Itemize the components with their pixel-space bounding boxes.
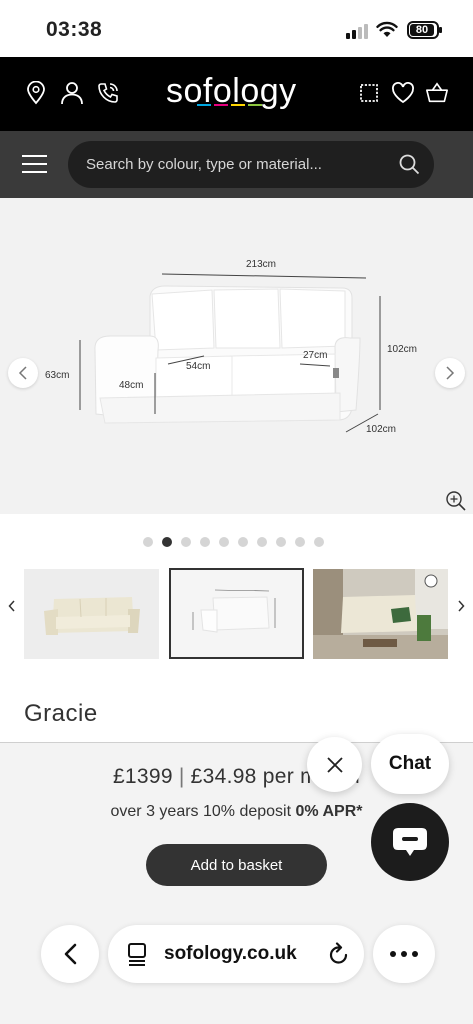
page-menu-icon[interactable] (126, 942, 148, 966)
carousel-dot-active[interactable] (162, 537, 172, 547)
chevron-left-icon (18, 366, 27, 380)
signal-icon (346, 24, 368, 39)
thumbs-prev-button[interactable] (3, 597, 21, 615)
dot-icon (412, 951, 418, 957)
close-icon (326, 756, 343, 773)
seat-height-label: 48cm (119, 380, 144, 391)
width-label: 213cm (246, 259, 277, 270)
seat-depth-label: 54cm (186, 361, 211, 372)
add-to-basket-button[interactable]: Add to basket (146, 844, 327, 886)
wifi-icon (376, 21, 398, 37)
carousel-dot[interactable] (143, 537, 153, 547)
battery-icon: 80 (407, 21, 442, 39)
carousel-dot[interactable] (200, 537, 210, 547)
chevron-right-icon (458, 600, 465, 612)
carousel-dot[interactable] (257, 537, 267, 547)
thumbnail-sofa-front[interactable] (24, 569, 159, 659)
arm-height-label: 63cm (45, 370, 70, 381)
thumbnail-strip (0, 567, 473, 661)
logo-colour-bar (197, 104, 262, 106)
sofa-thumbnail-image (44, 597, 140, 635)
address-bar[interactable]: sofology.co.uk (108, 925, 364, 983)
menu-icon[interactable] (22, 155, 47, 173)
finance-apr: 0% APR* (295, 803, 363, 820)
chat-launcher-button[interactable] (371, 803, 449, 881)
product-page: 03:38 80 sofology Search by colour, type… (0, 0, 473, 1024)
search-input[interactable] (86, 141, 386, 188)
chevron-right-icon (446, 366, 455, 380)
dot-icon (390, 951, 396, 957)
carousel-dot[interactable] (276, 537, 286, 547)
thumbnail-sofa-room[interactable] (313, 569, 448, 659)
thumbnail-sofa-dimensions[interactable] (169, 568, 304, 659)
location-pin-icon[interactable] (24, 79, 48, 107)
browser-back-button[interactable] (41, 925, 99, 983)
close-chat-button[interactable] (307, 737, 362, 792)
product-image-carousel[interactable]: 213cm 102cm 102cm 63cm 48cm 54cm 27cm (0, 198, 473, 514)
product-name: Gracie (24, 700, 98, 727)
room-thumbnail-image (313, 569, 448, 659)
chat-bubble-icon (393, 828, 427, 856)
carousel-dot[interactable] (238, 537, 248, 547)
dimensions-thumbnail-image (192, 589, 276, 633)
arm-width-label: 27cm (303, 350, 328, 361)
carousel-dot[interactable] (219, 537, 229, 547)
chevron-left-icon (8, 600, 15, 612)
carousel-next-button[interactable] (435, 358, 465, 388)
account-icon[interactable] (60, 79, 84, 107)
battery-level: 80 (410, 24, 434, 36)
sofa-dimensions-image (79, 273, 381, 433)
browser-toolbar: sofology.co.uk (0, 904, 473, 1024)
carousel-dot[interactable] (314, 537, 324, 547)
more-options-button[interactable] (373, 925, 435, 983)
chat-label[interactable]: Chat (371, 734, 449, 794)
heart-icon[interactable] (391, 79, 415, 107)
status-bar: 03:38 80 (0, 0, 473, 57)
reload-icon[interactable] (328, 942, 350, 966)
chevron-left-icon (64, 943, 77, 965)
search-icon[interactable] (399, 154, 420, 175)
url-text: sofology.co.uk (164, 943, 297, 964)
carousel-prev-button[interactable] (8, 358, 38, 388)
phone-icon[interactable] (96, 79, 120, 107)
carousel-dot[interactable] (181, 537, 191, 547)
zoom-icon[interactable] (445, 490, 467, 512)
finance-text: over 3 years 10% deposit (110, 803, 292, 820)
search-bar-row (0, 131, 473, 198)
depth-label: 102cm (366, 424, 397, 435)
swatch-icon[interactable] (357, 79, 381, 107)
search-box[interactable] (68, 141, 434, 188)
dot-icon (401, 951, 407, 957)
carousel-dot[interactable] (295, 537, 305, 547)
basket-icon[interactable] (425, 79, 449, 107)
product-price: £1399 (112, 765, 173, 788)
thumbs-next-button[interactable] (452, 597, 470, 615)
clock: 03:38 (46, 18, 103, 41)
site-header: sofology (0, 57, 473, 131)
price-divider: | (178, 765, 185, 788)
carousel-dots (143, 537, 324, 547)
height-label: 102cm (387, 344, 418, 355)
